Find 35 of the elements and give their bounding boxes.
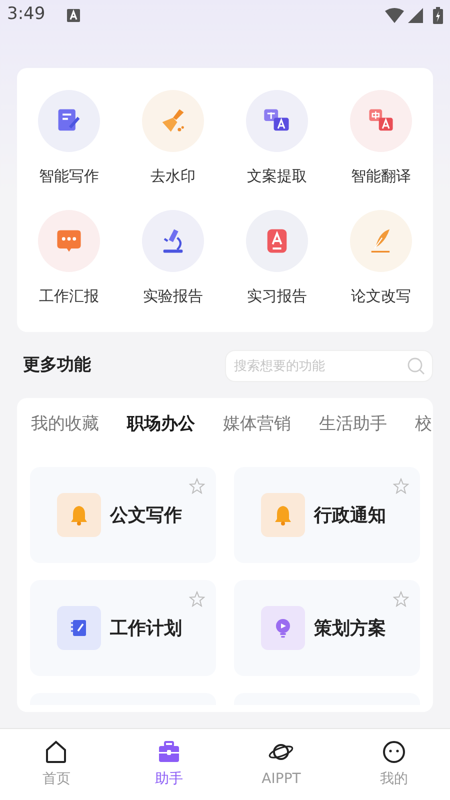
wifi-icon [385,8,404,22]
tool-card[interactable]: 行政通知 [234,467,420,563]
tool-card-title: 工作计划 [110,616,182,640]
tool-label[interactable]: 论文改写 [351,284,411,307]
search-field[interactable]: 搜索想要的功能 [225,350,433,382]
star-icon[interactable] [393,591,409,607]
tool-card-title: 公文写作 [110,504,182,528]
tool-label[interactable]: 智能翻译 [351,165,411,188]
star-icon[interactable] [189,591,205,607]
tool-card-title: 行政通知 [314,504,386,528]
notification-icon [67,8,80,22]
battery-icon [433,6,443,24]
tool-label[interactable]: 工作汇报 [39,284,99,307]
nav-tab[interactable]: 助手 [150,739,187,791]
tool-label[interactable]: 实习报告 [247,284,307,307]
star-icon[interactable] [189,478,205,494]
category-tab[interactable]: 生活助手 [319,412,387,436]
tool-label[interactable]: 文案提取 [247,165,307,188]
tool-card[interactable]: 公文写作 [30,467,216,563]
search-icon[interactable] [407,357,425,375]
category-tab[interactable]: 媒体营销 [223,412,291,436]
tool-card-title: 策划方案 [314,616,386,640]
tool-label[interactable]: 智能写作 [39,165,99,188]
status-time: 3:49 [7,3,46,26]
tool-label[interactable]: 实验报告 [143,284,203,307]
star-icon[interactable] [393,478,409,494]
category-tab[interactable]: 我的收藏 [31,412,99,436]
section-title: 更多功能 [23,354,91,378]
face-icon [380,739,407,765]
signal-icon [408,8,423,22]
tool-label[interactable]: 去水印 [150,165,196,188]
category-tab[interactable]: 校 [415,412,432,436]
category-tab[interactable]: 职场办公 [127,412,195,436]
tool-card[interactable]: 策划方案 [234,580,420,676]
tool-card[interactable]: 工作计划 [30,580,216,676]
